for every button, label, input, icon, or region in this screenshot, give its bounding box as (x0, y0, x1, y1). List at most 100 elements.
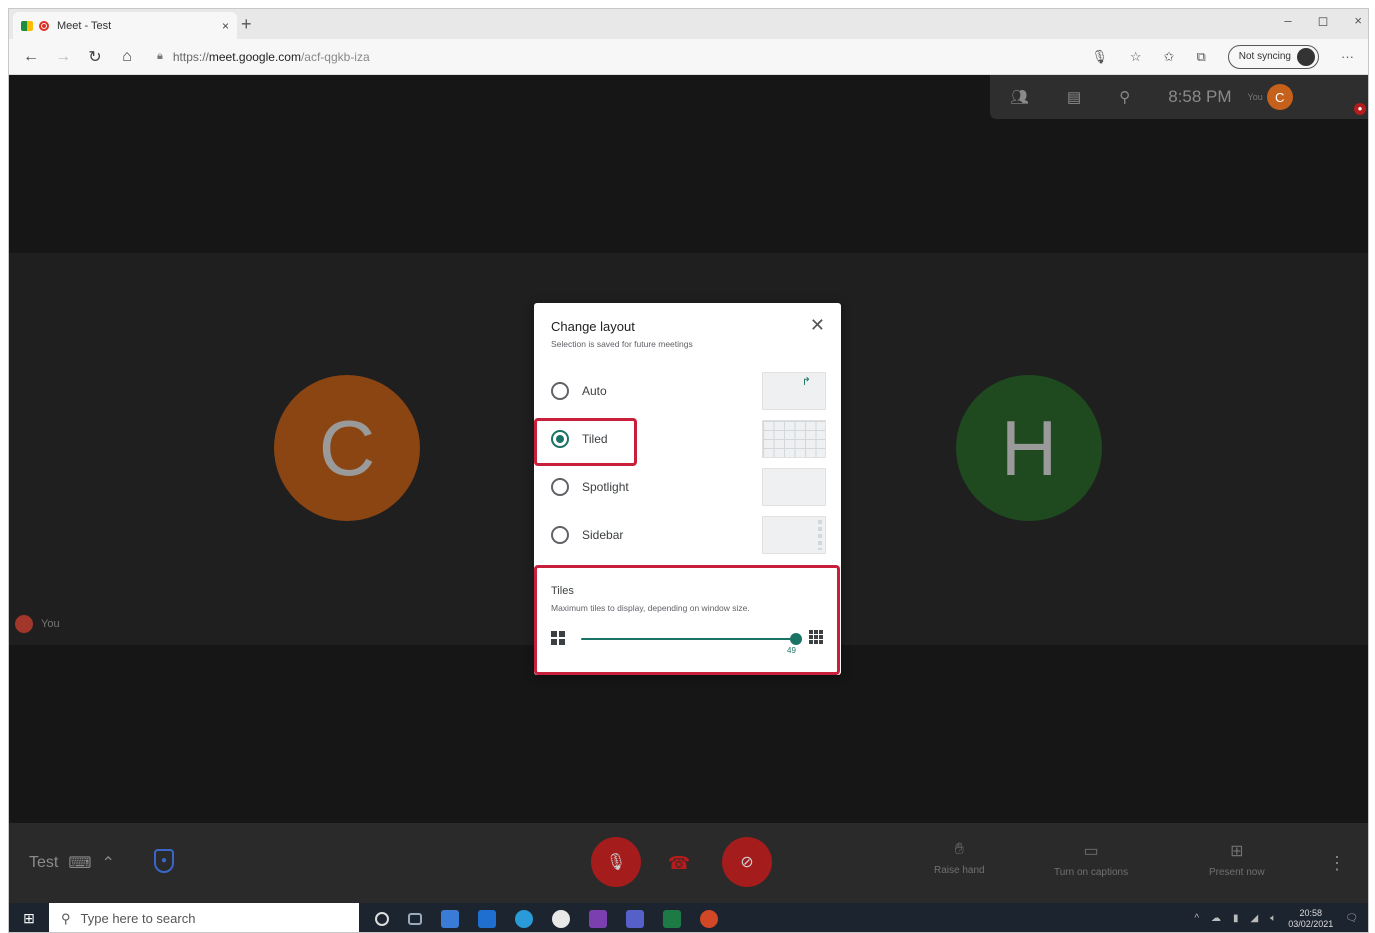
toolbar-right: 🎙︎ ☆ ✩ ⧉ Not syncing ··· (1091, 44, 1354, 69)
minimize-button[interactable]: – (1284, 13, 1291, 29)
tab-title: Meet - Test (57, 19, 112, 32)
taskbar-apps (375, 909, 718, 928)
browser-window: Meet - Test × + – ◻ × ← → ↻ ⌂ 🔒︎ https:/… (8, 8, 1369, 933)
captions-button[interactable]: ▭ Turn on captions (1054, 841, 1128, 878)
url-scheme: https:// (172, 49, 209, 64)
layout-option-auto[interactable]: Auto (551, 371, 826, 411)
hand-icon: ✋︎ (954, 841, 964, 858)
layout-option-sidebar[interactable]: Sidebar (551, 515, 826, 555)
address-bar[interactable]: 🔒︎ https:// meet.google.com /acf-qgkb-iz… (157, 50, 1091, 64)
browser-tab[interactable]: Meet - Test × (13, 12, 237, 39)
microphone-icon[interactable]: 🎙︎ (1091, 49, 1108, 65)
present-label: Present now (1209, 867, 1265, 878)
tiled-layout-thumbnail (762, 420, 826, 458)
window-controls: – ◻ × (1284, 13, 1362, 29)
search-placeholder: Type here to search (80, 911, 196, 926)
meeting-info-panel: 👥︎ ▤ ⚲ 8:58 PM You C ● (990, 75, 1368, 119)
profile-sync-button[interactable]: Not syncing (1227, 44, 1319, 69)
chat-icon[interactable]: ▤ (1067, 88, 1081, 106)
participant-avatar-c: C (274, 375, 420, 521)
chevron-up-icon: ⌃ (101, 855, 115, 872)
tiles-highlight-box (534, 565, 840, 675)
file-explorer-icon[interactable] (441, 909, 459, 928)
radio-sidebar[interactable] (551, 526, 569, 544)
excel-icon[interactable] (663, 909, 681, 928)
meeting-details[interactable]: Test ⌨︎ ⌃ (29, 853, 115, 873)
more-options-button[interactable]: ⋮ (1328, 853, 1346, 874)
self-mini-avatar (15, 615, 33, 633)
cortana-icon[interactable] (375, 911, 389, 926)
dialog-title: Change layout (551, 319, 635, 334)
recording-badge-icon: ● (1354, 103, 1366, 115)
chrome-icon[interactable] (552, 909, 570, 928)
forward-arrow-icon[interactable]: → (47, 48, 79, 66)
meet-stage: 👥︎ ▤ ⚲ 8:58 PM You C ● C H You Change la… (9, 75, 1368, 823)
url-host: meet.google.com (208, 49, 301, 64)
tab-strip: Meet - Test × + – ◻ × (9, 9, 1368, 39)
favorite-star-icon[interactable]: ☆ (1130, 49, 1142, 65)
new-tab-button[interactable]: + (241, 14, 252, 35)
close-icon[interactable]: ✕ (810, 315, 825, 336)
meeting-clock: 8:58 PM (1168, 87, 1232, 106)
sync-label: Not syncing (1238, 51, 1291, 62)
taskbar-search[interactable]: ⚲ Type here to search (49, 903, 359, 932)
onedrive-icon[interactable]: ☁︎ (1211, 913, 1221, 924)
radio-spotlight[interactable] (551, 478, 569, 496)
powerpoint-icon[interactable] (700, 909, 718, 928)
windows-taskbar: ⊞ ⚲ Type here to search ^ ☁︎ ▮ ◢ 🔈︎ 20:5… (9, 903, 1368, 932)
raise-hand-label: Raise hand (934, 865, 985, 876)
captions-label: Turn on captions (1054, 867, 1129, 878)
taskbar-time: 20:58 (1299, 907, 1323, 918)
option-label: Spotlight (582, 480, 629, 494)
taskbar-clock[interactable]: 20:58 03/02/2021 (1288, 908, 1333, 930)
meeting-controls-bar: Test ⌨︎ ⌃ ● 🎙︎ ☎︎ ⊘ ✋︎ Raise hand ▭ Turn… (9, 823, 1368, 903)
keyboard-icon: ⌨︎ (68, 855, 92, 872)
more-options-icon[interactable]: ··· (1341, 49, 1354, 64)
system-tray: ^ ☁︎ ▮ ◢ 🔈︎ 20:58 03/02/2021 🗨︎ (1194, 908, 1358, 930)
option-label: Auto (582, 384, 607, 398)
captions-icon: ▭ (1083, 843, 1099, 860)
profile-avatar (1297, 47, 1315, 66)
close-window-button[interactable]: × (1354, 13, 1362, 29)
camera-off-button[interactable]: ⊘ (722, 837, 772, 887)
task-view-icon[interactable] (408, 912, 422, 925)
dialog-subtitle: Selection is saved for future meetings (551, 339, 693, 349)
spotlight-layout-thumbnail (762, 468, 826, 506)
shield-icon[interactable]: ● (154, 849, 174, 873)
volume-icon[interactable]: 🔈︎ (1270, 913, 1276, 924)
lock-icon[interactable]: 🔒︎ (157, 50, 163, 63)
favorites-icon[interactable]: ✩ (1164, 49, 1175, 65)
network-icon[interactable]: ◢ (1251, 913, 1259, 924)
end-call-button[interactable]: ☎︎ (659, 843, 699, 883)
edge-icon[interactable] (515, 909, 533, 928)
home-icon[interactable]: ⌂ (111, 48, 143, 66)
url-path: /acf-qgkb-iza (300, 49, 370, 64)
self-name-label: You (41, 618, 60, 630)
microphone-off-button[interactable]: 🎙︎ (591, 837, 641, 887)
you-label: You (1247, 92, 1263, 102)
tiled-highlight-box (534, 418, 637, 466)
address-bar-row: ← → ↻ ⌂ 🔒︎ https:// meet.google.com /acf… (9, 39, 1368, 75)
radio-auto[interactable] (551, 382, 569, 400)
people-icon[interactable]: 👥︎ (1010, 88, 1029, 106)
windows-start-icon[interactable]: ⊞ (9, 910, 49, 927)
collections-icon[interactable]: ⧉ (1196, 49, 1205, 65)
onenote-icon[interactable] (589, 909, 607, 928)
maximize-button[interactable]: ◻ (1318, 13, 1329, 29)
participant-avatar-h: H (956, 375, 1102, 521)
raise-hand-button[interactable]: ✋︎ Raise hand (934, 841, 985, 876)
notifications-icon[interactable]: 🗨︎ (1345, 913, 1358, 924)
outlook-icon[interactable] (478, 909, 496, 928)
back-arrow-icon[interactable]: ← (15, 48, 47, 66)
activities-icon[interactable]: ⚲ (1119, 88, 1130, 106)
battery-icon[interactable]: ▮ (1233, 913, 1239, 924)
present-now-button[interactable]: ⊞ Present now (1209, 841, 1265, 878)
layout-option-spotlight[interactable]: Spotlight (551, 467, 826, 507)
reload-icon[interactable]: ↻ (79, 47, 111, 67)
tab-close-icon[interactable]: × (222, 19, 229, 33)
self-avatar: C (1266, 84, 1293, 110)
chevron-up-icon[interactable]: ^ (1194, 913, 1199, 924)
recording-icon (39, 20, 49, 31)
teams-icon[interactable] (626, 909, 644, 928)
option-label: Sidebar (582, 528, 624, 542)
